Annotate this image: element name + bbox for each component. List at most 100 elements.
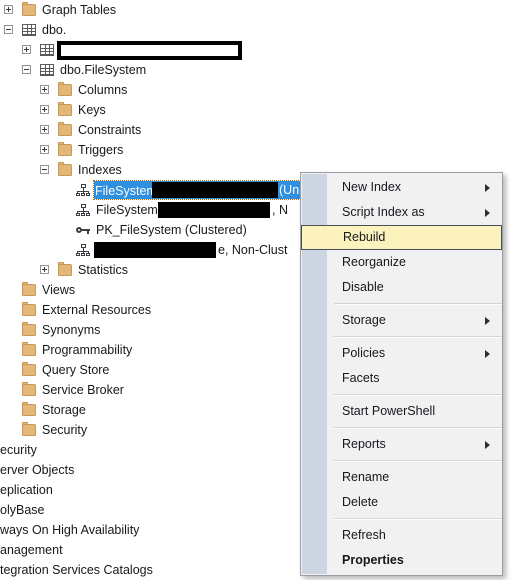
tree-item[interactable]: Constraints <box>0 120 516 140</box>
expand-icon[interactable] <box>4 5 13 14</box>
folder-icon <box>58 82 72 96</box>
folder-icon <box>22 342 36 356</box>
tree-item-label: Storage <box>42 403 86 417</box>
folder-icon <box>58 142 72 156</box>
menu-item-label: Start PowerShell <box>342 404 436 418</box>
tree-item-label: PK_FileSystem (Clustered) <box>96 223 247 237</box>
tree-item-label: olyBase <box>0 503 45 517</box>
menu-item-storage[interactable]: Storage <box>301 308 502 333</box>
expand-icon[interactable] <box>40 265 49 274</box>
menu-item-reports[interactable]: Reports <box>301 432 502 457</box>
folder-icon <box>22 362 36 376</box>
folder-icon <box>58 262 72 276</box>
tree-item-label: FileSystem_ <box>96 203 165 217</box>
menu-item-rename[interactable]: Rename <box>301 465 502 490</box>
collapse-icon[interactable] <box>40 165 49 174</box>
tree-item-label: dbo. <box>42 23 67 37</box>
menu-item-label: Delete <box>342 495 379 509</box>
tree-item-label: FileSystem <box>95 184 157 198</box>
menu-item-new-index[interactable]: New Index <box>301 175 502 200</box>
tree-item[interactable]: Graph Tables <box>0 0 516 20</box>
collapse-icon[interactable] <box>4 25 13 34</box>
menu-item-start-powershell[interactable]: Start PowerShell <box>301 399 502 424</box>
menu-item-script-index-as[interactable]: Script Index as <box>301 200 502 225</box>
folder-icon <box>22 2 36 16</box>
tree-item[interactable]: Triggers <box>0 140 516 160</box>
tree-item-label: erver Objects <box>0 463 75 477</box>
expand-icon[interactable] <box>22 45 31 54</box>
expand-icon[interactable] <box>40 105 49 114</box>
redaction-bar <box>94 242 216 258</box>
folder-icon <box>22 422 36 436</box>
menu-item-label: Facets <box>342 371 380 385</box>
submenu-arrow-icon <box>485 350 490 358</box>
folder-icon <box>58 162 72 176</box>
redaction-bar <box>57 41 242 60</box>
tree-item-label: tegration Services Catalogs <box>0 563 153 577</box>
tree-item-label: anagement <box>0 543 63 557</box>
folder-icon <box>22 302 36 316</box>
table-icon <box>40 44 54 56</box>
menu-item-delete[interactable]: Delete <box>301 490 502 515</box>
menu-item-list: New Index Script Index as Rebuild Reorganiz… <box>301 173 502 575</box>
menu-item-label: Rename <box>342 470 390 484</box>
menu-item-label: Properties <box>342 553 404 567</box>
index-type-suffix: , N <box>272 203 288 217</box>
tree-item[interactable]: Columns <box>0 80 516 100</box>
menu-item-facets[interactable]: Facets <box>301 366 502 391</box>
menu-item-rebuild[interactable]: Rebuild <box>301 225 502 250</box>
menu-item-label: Policies <box>342 346 386 360</box>
tree-item[interactable]: dbo.FileSystem <box>0 60 516 80</box>
menu-separator <box>334 303 502 305</box>
folder-icon <box>58 122 72 136</box>
tree-item-label: Programmability <box>42 343 133 357</box>
index-icon <box>76 184 90 196</box>
menu-separator <box>334 460 502 462</box>
collapse-icon[interactable] <box>22 65 31 74</box>
menu-item-label: Storage <box>342 313 386 327</box>
menu-item-reorganize[interactable]: Reorganize <box>301 250 502 275</box>
tree-item-label: ecurity <box>0 443 37 457</box>
tree-item[interactable] <box>0 40 516 60</box>
menu-item-properties[interactable]: Properties <box>301 548 502 573</box>
menu-item-refresh[interactable]: Refresh <box>301 523 502 548</box>
submenu-arrow-icon <box>485 184 490 192</box>
tree-item[interactable]: Keys <box>0 100 516 120</box>
menu-separator <box>334 427 502 429</box>
index-context-menu[interactable]: New Index Script Index as Rebuild Reorganiz… <box>300 172 503 576</box>
folder-icon <box>22 402 36 416</box>
submenu-arrow-icon <box>485 209 490 217</box>
menu-item-label: Refresh <box>342 528 386 542</box>
menu-item-label: Script Index as <box>342 205 425 219</box>
tree-item-label: Synonyms <box>42 323 101 337</box>
tree-item-label: ways On High Availability <box>0 523 140 537</box>
menu-separator <box>334 518 502 520</box>
menu-item-label: Disable <box>342 280 384 294</box>
tree-item-label: Graph Tables <box>42 3 117 17</box>
index-icon <box>76 204 90 216</box>
submenu-arrow-icon <box>485 441 490 449</box>
expand-icon[interactable] <box>40 125 49 134</box>
tree-item-label: Views <box>42 283 76 297</box>
tree-item-label: Triggers <box>78 143 124 157</box>
expand-icon[interactable] <box>40 85 49 94</box>
folder-icon <box>22 282 36 296</box>
tree-item-label: Query Store <box>42 363 110 377</box>
key-icon <box>76 226 91 234</box>
folder-icon <box>58 102 72 116</box>
menu-item-policies[interactable]: Policies <box>301 341 502 366</box>
expand-icon[interactable] <box>40 145 49 154</box>
tree-item-label: Service Broker <box>42 383 124 397</box>
redaction-bar <box>152 182 278 198</box>
tree-item-label: Columns <box>78 83 128 97</box>
menu-item-disable[interactable]: Disable <box>301 275 502 300</box>
tree-item-label: Security <box>42 423 88 437</box>
index-type-suffix: e, Non-Clust <box>218 243 288 257</box>
folder-icon <box>22 322 36 336</box>
redaction-bar <box>158 202 270 218</box>
folder-icon <box>22 382 36 396</box>
index-icon <box>76 244 90 256</box>
tree-item[interactable]: dbo. <box>0 20 516 40</box>
tree-item-label: External Resources <box>42 303 152 317</box>
submenu-arrow-icon <box>485 317 490 325</box>
